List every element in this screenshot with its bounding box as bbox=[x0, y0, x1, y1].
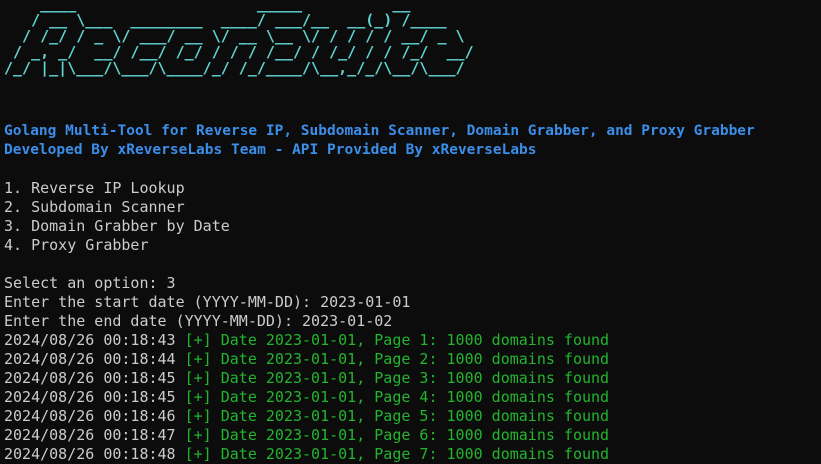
log-timestamp: 2024/08/26 00:18:47 bbox=[4, 426, 176, 444]
log-line: 2024/08/26 00:18:48 [+] Date 2023-01-01,… bbox=[4, 445, 609, 464]
log-timestamp: 2024/08/26 00:18:45 bbox=[4, 388, 176, 406]
log-message: [+] Date 2023-01-01, Page 1: 1000 domain… bbox=[184, 331, 610, 349]
menu-item-proxy-grabber: 4. Proxy Grabber bbox=[4, 236, 149, 254]
menu-item-reverse-ip: 1. Reverse IP Lookup bbox=[4, 179, 185, 197]
log-message: [+] Date 2023-01-01, Page 7: 1000 domain… bbox=[184, 445, 610, 463]
log-line: 2024/08/26 00:18:44 [+] Date 2023-01-01,… bbox=[4, 350, 609, 369]
log-timestamp: 2024/08/26 00:18:46 bbox=[4, 407, 176, 425]
tool-description: Golang Multi-Tool for Reverse IP, Subdom… bbox=[4, 123, 755, 139]
log-line: 2024/08/26 00:18:46 [+] Date 2023-01-01,… bbox=[4, 407, 609, 426]
log-output: 2024/08/26 00:18:43 [+] Date 2023-01-01,… bbox=[4, 331, 609, 464]
log-line: 2024/08/26 00:18:47 [+] Date 2023-01-01,… bbox=[4, 426, 609, 445]
log-line: 2024/08/26 00:18:45 [+] Date 2023-01-01,… bbox=[4, 388, 609, 407]
log-timestamp: 2024/08/26 00:18:44 bbox=[4, 350, 176, 368]
menu-item-subdomain-scanner: 2. Subdomain Scanner bbox=[4, 198, 185, 216]
log-timestamp: 2024/08/26 00:18:48 bbox=[4, 445, 176, 463]
log-line: 2024/08/26 00:18:43 [+] Date 2023-01-01,… bbox=[4, 331, 609, 350]
select-option-prompt: Select an option: 3 bbox=[4, 274, 176, 292]
log-message: [+] Date 2023-01-01, Page 2: 1000 domain… bbox=[184, 350, 610, 368]
user-inputs: Select an option: 3 Enter the start date… bbox=[4, 274, 410, 331]
log-message: [+] Date 2023-01-01, Page 6: 1000 domain… bbox=[184, 426, 610, 444]
end-date-prompt: Enter the end date (YYYY-MM-DD): 2023-01… bbox=[4, 312, 393, 330]
tool-info: Golang Multi-Tool for Reverse IP, Subdom… bbox=[4, 122, 755, 160]
log-message: [+] Date 2023-01-01, Page 3: 1000 domain… bbox=[184, 369, 610, 387]
log-timestamp: 2024/08/26 00:18:43 bbox=[4, 331, 176, 349]
ascii-logo-banner: ____ _____ __ / __ \___ ________ ____/ _… bbox=[4, 0, 474, 77]
tool-credits: Developed By xReverseLabs Team - API Pro… bbox=[4, 142, 537, 158]
options-menu: 1. Reverse IP Lookup 2. Subdomain Scanne… bbox=[4, 179, 230, 255]
log-message: [+] Date 2023-01-01, Page 5: 1000 domain… bbox=[184, 407, 610, 425]
log-line: 2024/08/26 00:18:45 [+] Date 2023-01-01,… bbox=[4, 369, 609, 388]
start-date-prompt: Enter the start date (YYYY-MM-DD): 2023-… bbox=[4, 293, 411, 311]
menu-item-domain-grabber: 3. Domain Grabber by Date bbox=[4, 217, 230, 235]
log-timestamp: 2024/08/26 00:18:45 bbox=[4, 369, 176, 387]
log-message: [+] Date 2023-01-01, Page 4: 1000 domain… bbox=[184, 388, 610, 406]
